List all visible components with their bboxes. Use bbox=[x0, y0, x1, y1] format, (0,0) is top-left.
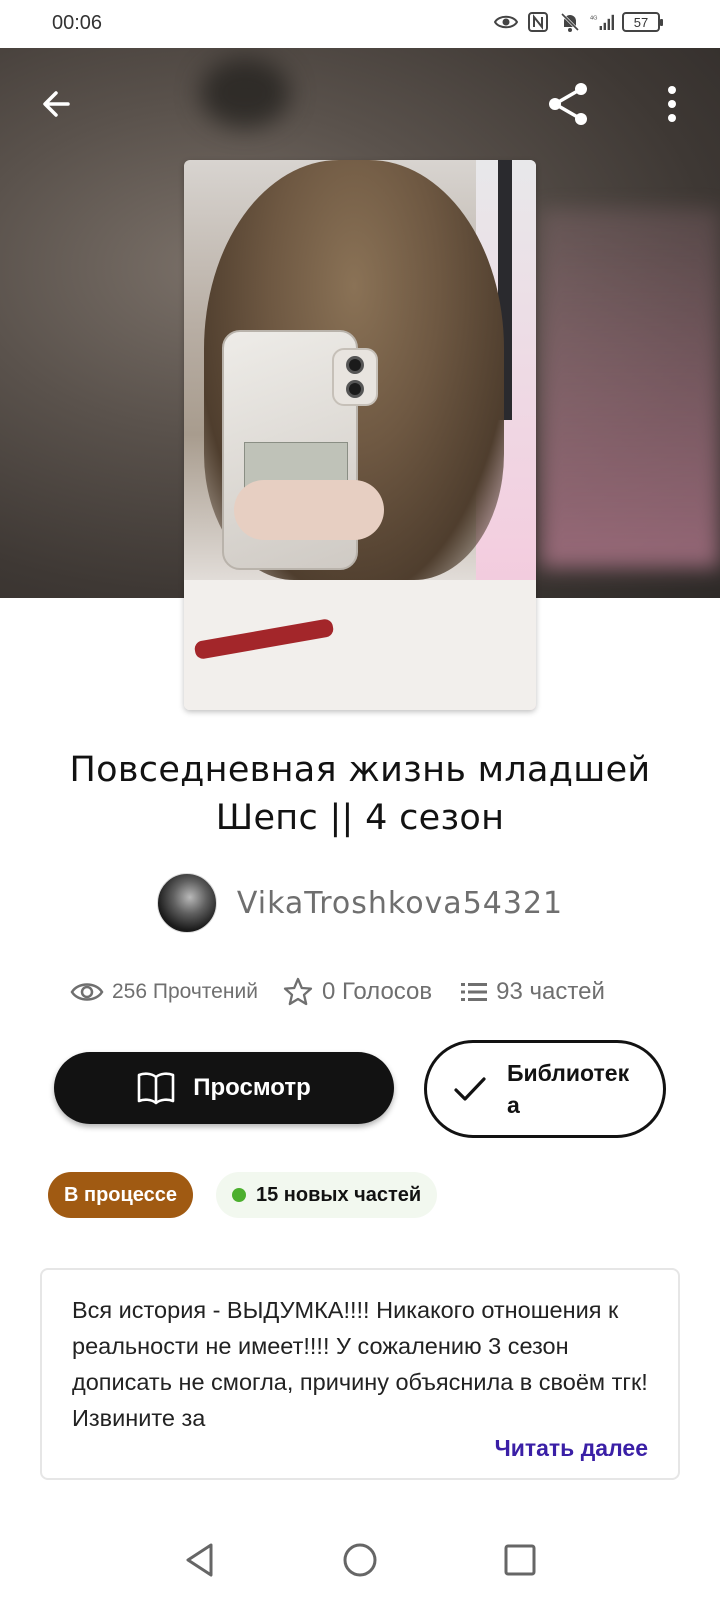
status-icons: 4G 57 bbox=[494, 10, 663, 34]
nav-recents-button[interactable] bbox=[495, 1535, 545, 1585]
nav-home-button[interactable] bbox=[335, 1535, 385, 1585]
new-parts-badge: 15 новых частей bbox=[216, 1172, 438, 1218]
parts-stat: 93 частей bbox=[460, 978, 605, 1006]
svg-text:4G: 4G bbox=[590, 16, 597, 22]
battery-indicator: 57 bbox=[622, 12, 663, 32]
read-more-link[interactable]: Читать далее bbox=[495, 1435, 648, 1462]
author-row[interactable]: VikaTroshkova54321 bbox=[0, 872, 720, 934]
votes-stat: 0 Голосов bbox=[282, 976, 432, 1008]
author-name[interactable]: VikaTroshkova54321 bbox=[237, 886, 563, 921]
story-cover-image[interactable] bbox=[184, 160, 536, 710]
description-card[interactable]: Вся история - ВЫДУМКА!!!! Никакого отнош… bbox=[40, 1268, 680, 1480]
more-vertical-icon bbox=[668, 86, 676, 122]
triangle-back-icon bbox=[186, 1543, 213, 1577]
square-recents-icon bbox=[504, 1544, 536, 1576]
parts-count: 93 частей bbox=[496, 978, 605, 1005]
library-button-label: Библиотека bbox=[507, 1060, 630, 1118]
back-button[interactable] bbox=[26, 74, 86, 134]
story-stats: 256 Прочтений 0 Голосов 93 частей bbox=[70, 972, 670, 1012]
share-button[interactable] bbox=[538, 74, 598, 134]
votes-count: 0 Голосов bbox=[321, 978, 433, 1005]
view-button[interactable]: Просмотр bbox=[54, 1052, 394, 1124]
list-icon bbox=[461, 983, 488, 1001]
status-time: 00:06 bbox=[52, 12, 103, 34]
green-dot-icon bbox=[232, 1188, 246, 1202]
description-text: Вся история - ВЫДУМКА!!!! Никакого отнош… bbox=[72, 1297, 648, 1431]
arrow-left-icon bbox=[43, 91, 70, 117]
eye-icon bbox=[70, 983, 104, 1001]
eye-icon bbox=[494, 10, 518, 34]
author-avatar[interactable] bbox=[156, 873, 217, 933]
signal-icon: 4G bbox=[590, 10, 614, 34]
check-icon bbox=[454, 1077, 486, 1101]
system-nav-bar bbox=[0, 1520, 720, 1600]
star-icon bbox=[283, 977, 313, 1006]
reads-count: 256 Прочтений bbox=[112, 980, 258, 1003]
nfc-icon bbox=[526, 10, 550, 34]
more-options-button[interactable] bbox=[642, 74, 702, 134]
view-button-label: Просмотр bbox=[193, 1074, 311, 1101]
share-icon bbox=[549, 83, 587, 125]
reads-stat: 256 Прочтений bbox=[70, 980, 258, 1004]
story-title: Повседневная жизнь младшей Шепс || 4 сез… bbox=[69, 750, 651, 838]
book-open-icon bbox=[137, 1072, 175, 1105]
status-badge: В процессе bbox=[48, 1172, 194, 1218]
nav-back-button[interactable] bbox=[175, 1535, 225, 1585]
status-bar: 00:06 4G 57 bbox=[0, 0, 720, 48]
bell-off-icon bbox=[558, 10, 582, 34]
circle-home-icon bbox=[343, 1543, 377, 1577]
library-button[interactable]: Библиотека bbox=[424, 1040, 666, 1138]
new-parts-label: 15 новых частей bbox=[256, 1183, 422, 1206]
